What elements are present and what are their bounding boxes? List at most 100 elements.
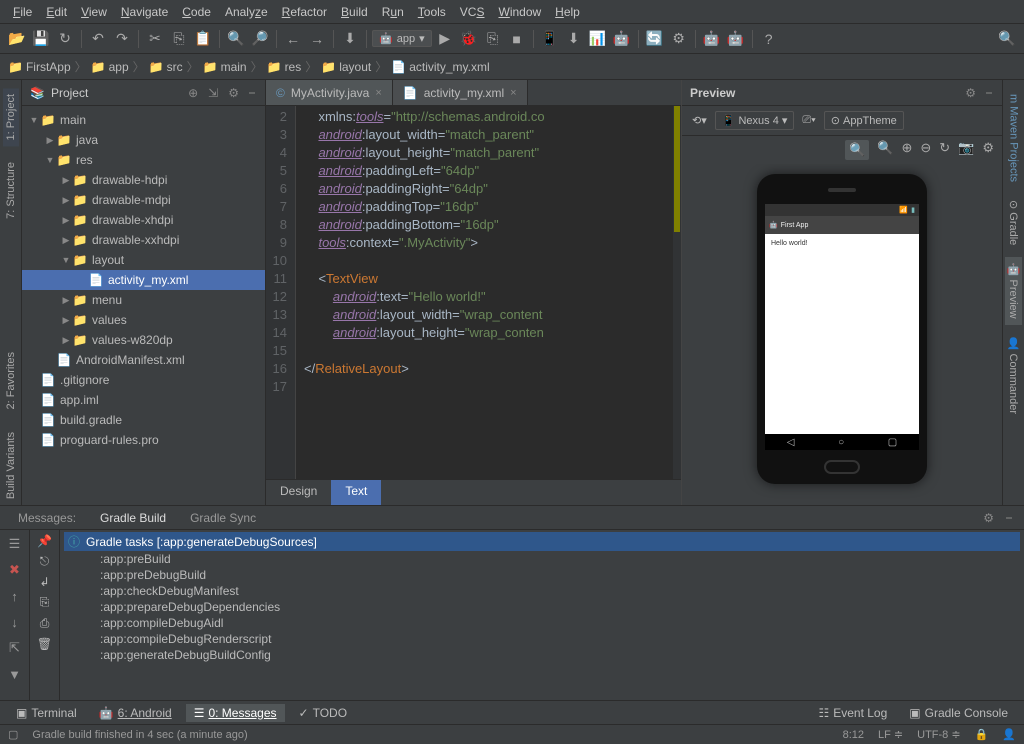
menu-view[interactable]: View (74, 3, 114, 21)
tree-item-java[interactable]: ▶📁java (22, 130, 265, 150)
theme-selector[interactable]: ⊙ AppTheme (824, 111, 904, 130)
auto-scroll-icon[interactable]: ⎋ (40, 554, 50, 569)
android-small2-icon[interactable]: 🤖 (725, 28, 747, 50)
menu-refactor[interactable]: Refactor (275, 3, 334, 21)
hide-icon[interactable]: ⎯ (1002, 510, 1016, 525)
menu-file[interactable]: File (6, 3, 39, 21)
save-icon[interactable]: 💾 (30, 28, 52, 50)
make-icon[interactable]: ⬇ (339, 28, 361, 50)
monitor-icon[interactable]: 🤖 (611, 28, 633, 50)
tree-item-proguard-rules-pro[interactable]: 📄proguard-rules.pro (22, 430, 265, 450)
menu-navigate[interactable]: Navigate (114, 3, 175, 21)
sync-icon[interactable]: ↻ (54, 28, 76, 50)
menu-build[interactable]: Build (334, 3, 375, 21)
menu-run[interactable]: Run (375, 3, 411, 21)
menu-code[interactable]: Code (175, 3, 218, 21)
design-tab[interactable]: Design (266, 480, 331, 505)
filter-icon[interactable]: ▼ (5, 664, 25, 684)
message-line[interactable]: :app:compileDebugAidl (64, 615, 1020, 631)
tool-android[interactable]: 🤖 6: Android (91, 704, 180, 722)
message-line[interactable]: :app:preBuild (64, 551, 1020, 567)
crumb-main[interactable]: 📁main (203, 60, 247, 74)
tool-gradle-console[interactable]: ▣ Gradle Console (901, 704, 1016, 722)
find-icon[interactable]: 🔍 (225, 28, 247, 50)
clear-icon[interactable]: 🗑 (37, 637, 52, 651)
menu-analyze[interactable]: Analyze (218, 3, 275, 21)
run-config-selector[interactable]: 🤖 app ▾ (372, 30, 432, 47)
crumb-app[interactable]: 📁app (91, 60, 129, 74)
copy-icon[interactable]: ⎘ (168, 28, 190, 50)
cut-icon[interactable]: ✂ (144, 28, 166, 50)
tree-item-layout[interactable]: ▼📁layout (22, 250, 265, 270)
message-header[interactable]: ⓘ Gradle tasks [:app:generateDebugSource… (64, 532, 1020, 551)
expand-icon[interactable]: ☰ (5, 534, 25, 554)
code-text[interactable]: xmlns:tools="http://schemas.android.co a… (296, 106, 673, 479)
tool-gradle[interactable]: ⊙ Gradle (1005, 194, 1022, 251)
crumb-res[interactable]: 📁res (267, 60, 302, 74)
tool-favorites[interactable]: 2: Favorites (3, 346, 19, 415)
menu-tools[interactable]: Tools (411, 3, 453, 21)
menu-vcs[interactable]: VCS (453, 3, 492, 21)
orientation-icon[interactable]: ⟲▾ (688, 112, 711, 129)
hide-icon[interactable]: ⎯ (247, 85, 257, 100)
gradle-build-tab[interactable]: Gradle Build (90, 508, 176, 528)
scroll-to-icon[interactable]: ⊕ (186, 86, 200, 100)
debug-icon[interactable]: 🐞 (458, 28, 480, 50)
zoom-in-icon[interactable]: ⊕ (901, 140, 912, 160)
settings-icon[interactable]: ⚙ (963, 86, 978, 100)
message-line[interactable]: :app:checkDebugManifest (64, 583, 1020, 599)
hide-icon[interactable]: ⎯ (984, 85, 994, 100)
collapse-all-icon[interactable]: ⇲ (206, 86, 220, 100)
menu-help[interactable]: Help (548, 3, 587, 21)
gradle-sync-icon[interactable]: 🔄 (644, 28, 666, 50)
tool-commander[interactable]: 👤 Commander (1005, 331, 1022, 420)
scroll-end-icon[interactable]: ⎘ (40, 595, 50, 610)
soft-wrap-icon[interactable]: ↲ (39, 575, 49, 589)
close-icon[interactable]: × (375, 87, 381, 99)
tree-item-drawable-xhdpi[interactable]: ▶📁drawable-xhdpi (22, 210, 265, 230)
tree-item-build-gradle[interactable]: 📄build.gradle (22, 410, 265, 430)
tool-project[interactable]: 1: Project (3, 88, 19, 146)
settings-icon[interactable]: ⚙ (979, 511, 998, 525)
android-small-icon[interactable]: 🤖 (701, 28, 723, 50)
attach-icon[interactable]: ⎘ (482, 28, 504, 50)
sdk-icon[interactable]: ⬇ (563, 28, 585, 50)
tree-item-drawable-xxhdpi[interactable]: ▶📁drawable-xxhdpi (22, 230, 265, 250)
help-icon[interactable]: ? (758, 28, 780, 50)
export-icon[interactable]: ⇱ (5, 638, 25, 658)
message-line[interactable]: :app:prepareDebugDependencies (64, 599, 1020, 615)
print-icon[interactable]: ⎙ (40, 616, 50, 631)
tree-item-drawable-mdpi[interactable]: ▶📁drawable-mdpi (22, 190, 265, 210)
tree-item-activity-my-xml[interactable]: 📄activity_my.xml (22, 270, 265, 290)
message-line[interactable]: :app:preDebugBuild (64, 567, 1020, 583)
close-icon[interactable]: × (510, 87, 516, 99)
avd-icon[interactable]: 📱 (539, 28, 561, 50)
tool-todo[interactable]: ✓ TODO (291, 704, 356, 722)
crumb-src[interactable]: 📁src (149, 60, 183, 74)
tab-myactivity-java[interactable]: © MyActivity.java × (266, 80, 393, 105)
file-encoding[interactable]: UTF-8 ≑ (917, 728, 960, 741)
cursor-position[interactable]: 8:12 (843, 729, 864, 741)
tree-item-values-w820dp[interactable]: ▶📁values-w820dp (22, 330, 265, 350)
gradle-sync-tab[interactable]: Gradle Sync (180, 508, 266, 528)
messages-list[interactable]: ⓘ Gradle tasks [:app:generateDebugSource… (60, 530, 1024, 700)
zoom-out-icon[interactable]: ⊖ (920, 140, 931, 160)
line-separator[interactable]: LF ≑ (878, 728, 903, 741)
message-line[interactable]: :app:generateDebugBuildConfig (64, 647, 1020, 663)
ddms-icon[interactable]: 📊 (587, 28, 609, 50)
refresh-icon[interactable]: ↻ (939, 140, 950, 160)
rerun-icon[interactable]: ↑ (5, 586, 25, 606)
tool-messages[interactable]: ☰ 0: Messages (186, 704, 285, 722)
lock-icon[interactable]: 🔒 (975, 728, 989, 741)
tree-item-app-iml[interactable]: 📄app.iml (22, 390, 265, 410)
back-icon[interactable]: ← (282, 28, 304, 50)
tree-item-main[interactable]: ▼📁main (22, 110, 265, 130)
tool-maven[interactable]: m Maven Projects (1006, 88, 1022, 188)
tool-preview[interactable]: 🤖 Preview (1005, 257, 1022, 325)
tree-item-androidmanifest-xml[interactable]: 📄AndroidManifest.xml (22, 350, 265, 370)
stop-icon[interactable]: ■ (506, 28, 528, 50)
tree-item-res[interactable]: ▼📁res (22, 150, 265, 170)
api-selector[interactable]: ⎚▾ (798, 112, 819, 129)
quick-access-icon[interactable]: ▢ (8, 728, 18, 741)
screenshot-icon[interactable]: 📷 (958, 140, 974, 160)
